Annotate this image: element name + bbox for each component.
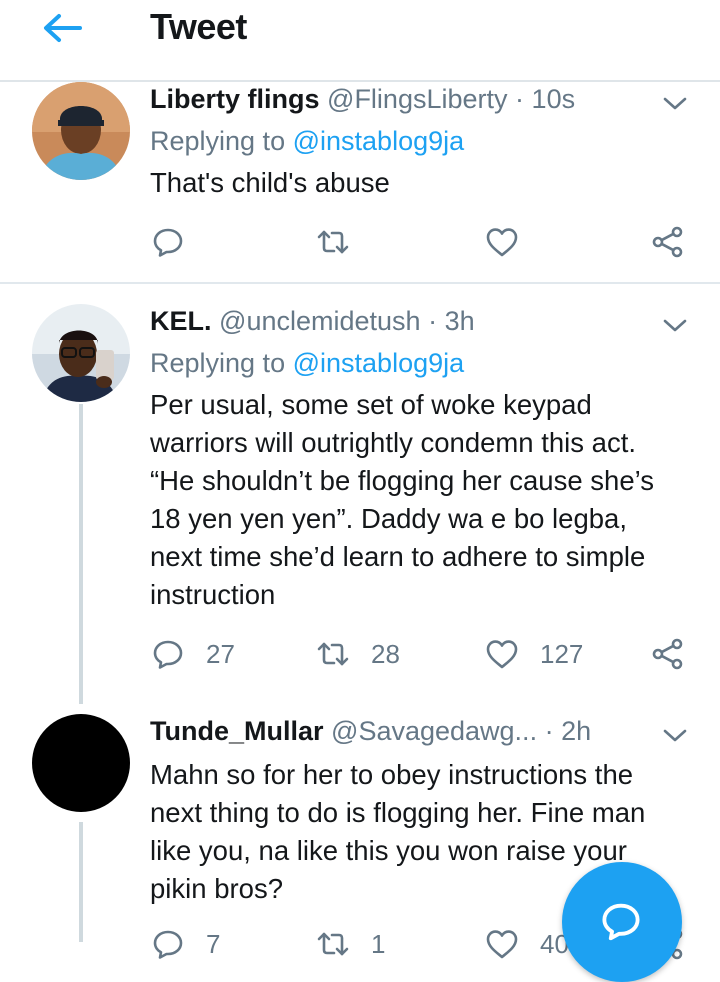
replying-prefix: Replying to (150, 348, 286, 378)
reply-count: 27 (206, 638, 235, 669)
timestamp[interactable]: 10s (532, 84, 576, 114)
user-handle[interactable]: @Savagedawg... (331, 716, 537, 746)
separator-dot: · (544, 716, 554, 746)
separator-dot: · (428, 306, 438, 336)
tweet-liberty-flings[interactable]: Liberty flings @FlingsLiberty · 10s Repl… (0, 82, 720, 282)
chevron-down-icon[interactable] (660, 316, 690, 336)
tweet-text-line: instruction (150, 579, 276, 610)
back-button[interactable] (40, 10, 84, 46)
user-handle[interactable]: @unclemidetush (219, 306, 421, 336)
like-button[interactable]: 40 (484, 924, 569, 964)
tweet-text-line: 18 yen yen yen”. Daddy wa e bo legba, (150, 503, 627, 534)
avatar[interactable] (32, 714, 130, 812)
tweet-kel[interactable]: KEL. @unclemidetush · 3h Replying to @in… (0, 304, 720, 704)
retweet-icon (315, 636, 351, 672)
heart-icon (484, 224, 520, 260)
chevron-down-icon[interactable] (660, 94, 690, 114)
thread-line (79, 822, 83, 942)
divider (0, 282, 720, 284)
tweet-text-line: Per usual, some set of woke keypad (150, 389, 592, 420)
retweet-button[interactable]: 1 (315, 924, 385, 964)
compose-reply-button[interactable] (562, 862, 682, 982)
timestamp[interactable]: 2h (561, 716, 591, 746)
top-bar: Tweet (0, 0, 720, 82)
tweet-text: Per usual, some set of woke keypad warri… (150, 386, 710, 614)
tweet-text-line: next thing to do is flogging her. Fine m… (150, 797, 646, 828)
retweet-icon (315, 224, 351, 260)
retweet-count: 28 (371, 638, 400, 669)
replying-handle[interactable]: @instablog9ja (293, 126, 465, 156)
reply-button[interactable]: 27 (150, 634, 235, 674)
replying-to: Replying to @instablog9ja (150, 126, 464, 157)
reply-icon (150, 224, 186, 260)
compose-reply-icon (602, 903, 640, 941)
tweet-text-line: next time she’d learn to adhere to simpl… (150, 541, 646, 572)
retweet-button[interactable]: 28 (315, 634, 400, 674)
timestamp[interactable]: 3h (445, 306, 475, 336)
replying-prefix: Replying to (150, 126, 286, 156)
like-button[interactable] (484, 222, 520, 262)
tweet-text-line: “He shouldn’t be flogging her cause she’… (150, 465, 654, 496)
display-name[interactable]: Liberty flings (150, 84, 320, 114)
replying-handle[interactable]: @instablog9ja (293, 348, 465, 378)
like-count: 127 (540, 638, 584, 669)
tweet-header: Tunde_Mullar @Savagedawg... · 2h (150, 716, 591, 747)
reply-count: 7 (206, 928, 221, 959)
page-title: Tweet (150, 6, 247, 47)
heart-icon (484, 926, 520, 962)
heart-icon (484, 636, 520, 672)
tweet-actions: 27 28 127 (150, 634, 710, 674)
arrow-left-icon (44, 14, 82, 42)
share-icon (650, 224, 686, 260)
reply-button[interactable]: 7 (150, 924, 220, 964)
avatar[interactable] (32, 82, 130, 180)
tweet-actions (150, 222, 710, 262)
chevron-down-icon[interactable] (660, 726, 690, 746)
retweet-icon (315, 926, 351, 962)
like-button[interactable]: 127 (484, 634, 583, 674)
retweet-button[interactable] (315, 222, 351, 262)
display-name[interactable]: KEL. (150, 306, 212, 336)
share-button[interactable] (650, 222, 686, 262)
tweet-text-line: warriors will outrightly condemn this ac… (150, 427, 637, 458)
tweet-header: Liberty flings @FlingsLiberty · 10s (150, 84, 575, 115)
tweet-text-line: Mahn so for her to obey instructions the (150, 759, 634, 790)
reply-button[interactable] (150, 222, 186, 262)
tweet-header: KEL. @unclemidetush · 3h (150, 306, 475, 337)
replying-to: Replying to @instablog9ja (150, 348, 464, 379)
user-handle[interactable]: @FlingsLiberty (327, 84, 507, 114)
avatar[interactable] (32, 304, 130, 402)
share-icon (650, 636, 686, 672)
display-name[interactable]: Tunde_Mullar (150, 716, 324, 746)
retweet-count: 1 (371, 928, 386, 959)
reply-icon (150, 926, 186, 962)
tweet-text: That's child's abuse (150, 167, 390, 198)
share-button[interactable] (650, 634, 686, 674)
separator-dot: · (515, 84, 525, 114)
reply-icon (150, 636, 186, 672)
thread-line (79, 404, 83, 704)
